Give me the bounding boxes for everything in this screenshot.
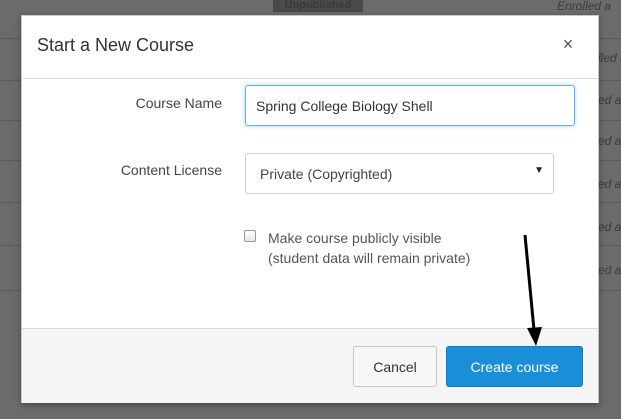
public-visibility-checkbox[interactable] — [244, 230, 256, 242]
unpublished-badge: Unpublished — [273, 0, 363, 12]
course-name-label: Course Name — [135, 95, 222, 111]
start-new-course-dialog: Start a New Course × Course Name Content… — [21, 15, 599, 403]
caret-down-icon: ▼ — [534, 165, 544, 176]
dialog-title: Start a New Course — [37, 35, 195, 55]
cancel-button[interactable]: Cancel — [353, 346, 437, 387]
create-course-button[interactable]: Create course — [446, 346, 583, 387]
enrollment-status: ed a — [598, 220, 621, 234]
content-license-value: Private (Copyrighted) — [260, 166, 393, 182]
content-license-select[interactable]: Private (Copyrighted) ▼ — [245, 153, 554, 194]
public-visibility-label-line2: (student data will remain private) — [268, 250, 471, 266]
content-license-label: Content License — [120, 162, 222, 178]
enrollment-status: Enrolled a — [557, 0, 612, 13]
enrollment-status: ed a — [598, 263, 621, 277]
enrollment-status: ed a — [598, 177, 621, 191]
dialog-header: Start a New Course × — [22, 16, 598, 79]
public-visibility-label[interactable]: Make course publicly visible (student da… — [268, 228, 470, 268]
enrollment-status: ed a — [598, 93, 621, 107]
enrollment-status: ed a — [598, 134, 621, 148]
public-visibility-label-line1: Make course publicly visible — [268, 230, 442, 246]
enrollment-status: lled a — [598, 51, 621, 65]
close-icon[interactable]: × — [558, 34, 578, 54]
dialog-footer: Cancel Create course — [22, 328, 598, 403]
course-name-input[interactable] — [245, 85, 575, 126]
